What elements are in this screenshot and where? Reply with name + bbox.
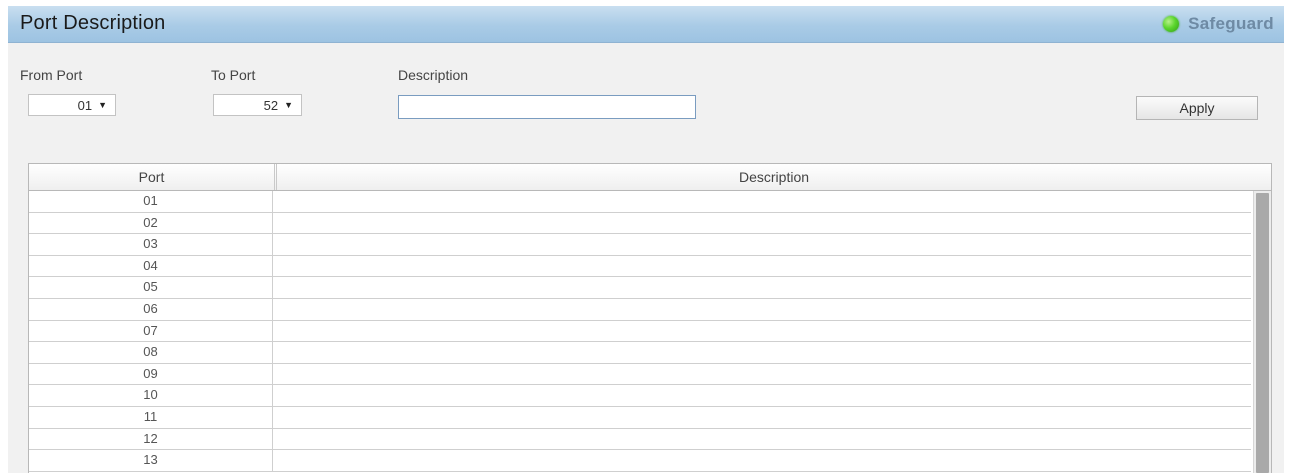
port-description-table: Port Description 01 02 03 04 05 06 07 08 09 10 11 1…	[28, 163, 1272, 473]
table-row: 11	[29, 406, 1251, 429]
safeguard-indicator: Safeguard	[1163, 14, 1274, 34]
port-cell: 13	[29, 450, 273, 471]
port-cell: 07	[29, 320, 273, 342]
port-cell: 02	[29, 212, 273, 234]
triangle-down-icon: ▼	[284, 100, 293, 110]
description-label: Description	[398, 67, 469, 83]
to-port-label: To Port	[211, 67, 256, 83]
port-description-form: From Port 01 ▼ To Port 52 ▼ Description …	[8, 43, 1284, 473]
description-input[interactable]	[398, 95, 696, 119]
table-header: Port Description	[29, 163, 1271, 191]
description-cell	[273, 407, 1251, 428]
description-cell	[273, 429, 1251, 450]
description-cell	[273, 191, 1251, 212]
port-description-page: Port Description Safeguard From Port 01 …	[0, 0, 1290, 473]
port-cell: 06	[29, 298, 273, 320]
table-row: 06	[29, 298, 1251, 321]
description-cell	[273, 299, 1251, 320]
apply-button[interactable]: Apply	[1136, 96, 1258, 120]
port-cell: 04	[29, 255, 273, 277]
table-row: 01	[29, 191, 1251, 213]
port-cell: 01	[29, 191, 273, 212]
port-cell: 05	[29, 277, 273, 298]
from-port-select[interactable]: 01 ▼	[28, 94, 116, 116]
scrollbar-thumb[interactable]	[1256, 193, 1269, 473]
safeguard-label: Safeguard	[1188, 14, 1274, 33]
port-cell: 09	[29, 363, 273, 385]
table-row: 05	[29, 277, 1251, 299]
description-cell	[273, 385, 1251, 406]
table-row: 03	[29, 234, 1251, 256]
description-cell	[273, 277, 1251, 298]
table-row: 12	[29, 428, 1251, 451]
table-row: 08	[29, 342, 1251, 364]
from-port-value: 01	[77, 97, 93, 113]
status-green-dot-icon	[1163, 16, 1180, 32]
from-port-label: From Port	[20, 67, 83, 83]
column-header-description: Description	[738, 169, 810, 185]
port-cell: 10	[29, 385, 273, 406]
description-cell	[273, 342, 1251, 363]
page-title: Port Description	[20, 12, 166, 34]
description-cell	[273, 321, 1251, 342]
triangle-down-icon: ▼	[98, 100, 107, 110]
port-cell: 12	[29, 428, 273, 450]
description-cell	[273, 450, 1251, 471]
table-row: 07	[29, 320, 1251, 343]
to-port-value: 52	[263, 97, 279, 113]
page-header: Port Description Safeguard	[8, 6, 1284, 43]
to-port-select[interactable]: 52 ▼	[213, 94, 302, 116]
port-cell: 11	[29, 406, 273, 428]
description-cell	[273, 256, 1251, 277]
port-cell: 08	[29, 342, 273, 363]
column-header-port: Port	[29, 164, 277, 190]
description-cell	[273, 213, 1251, 234]
table-row: 10	[29, 385, 1251, 407]
description-cell	[273, 364, 1251, 385]
port-cell: 03	[29, 234, 273, 255]
table-row: 04	[29, 255, 1251, 278]
table-row: 09	[29, 363, 1251, 386]
table-body: 01 02 03 04 05 06 07 08 09 10 11 12 13	[29, 191, 1251, 472]
description-cell	[273, 234, 1251, 255]
table-row: 13	[29, 450, 1251, 472]
table-scrollbar[interactable]	[1253, 191, 1271, 473]
table-row: 02	[29, 212, 1251, 235]
